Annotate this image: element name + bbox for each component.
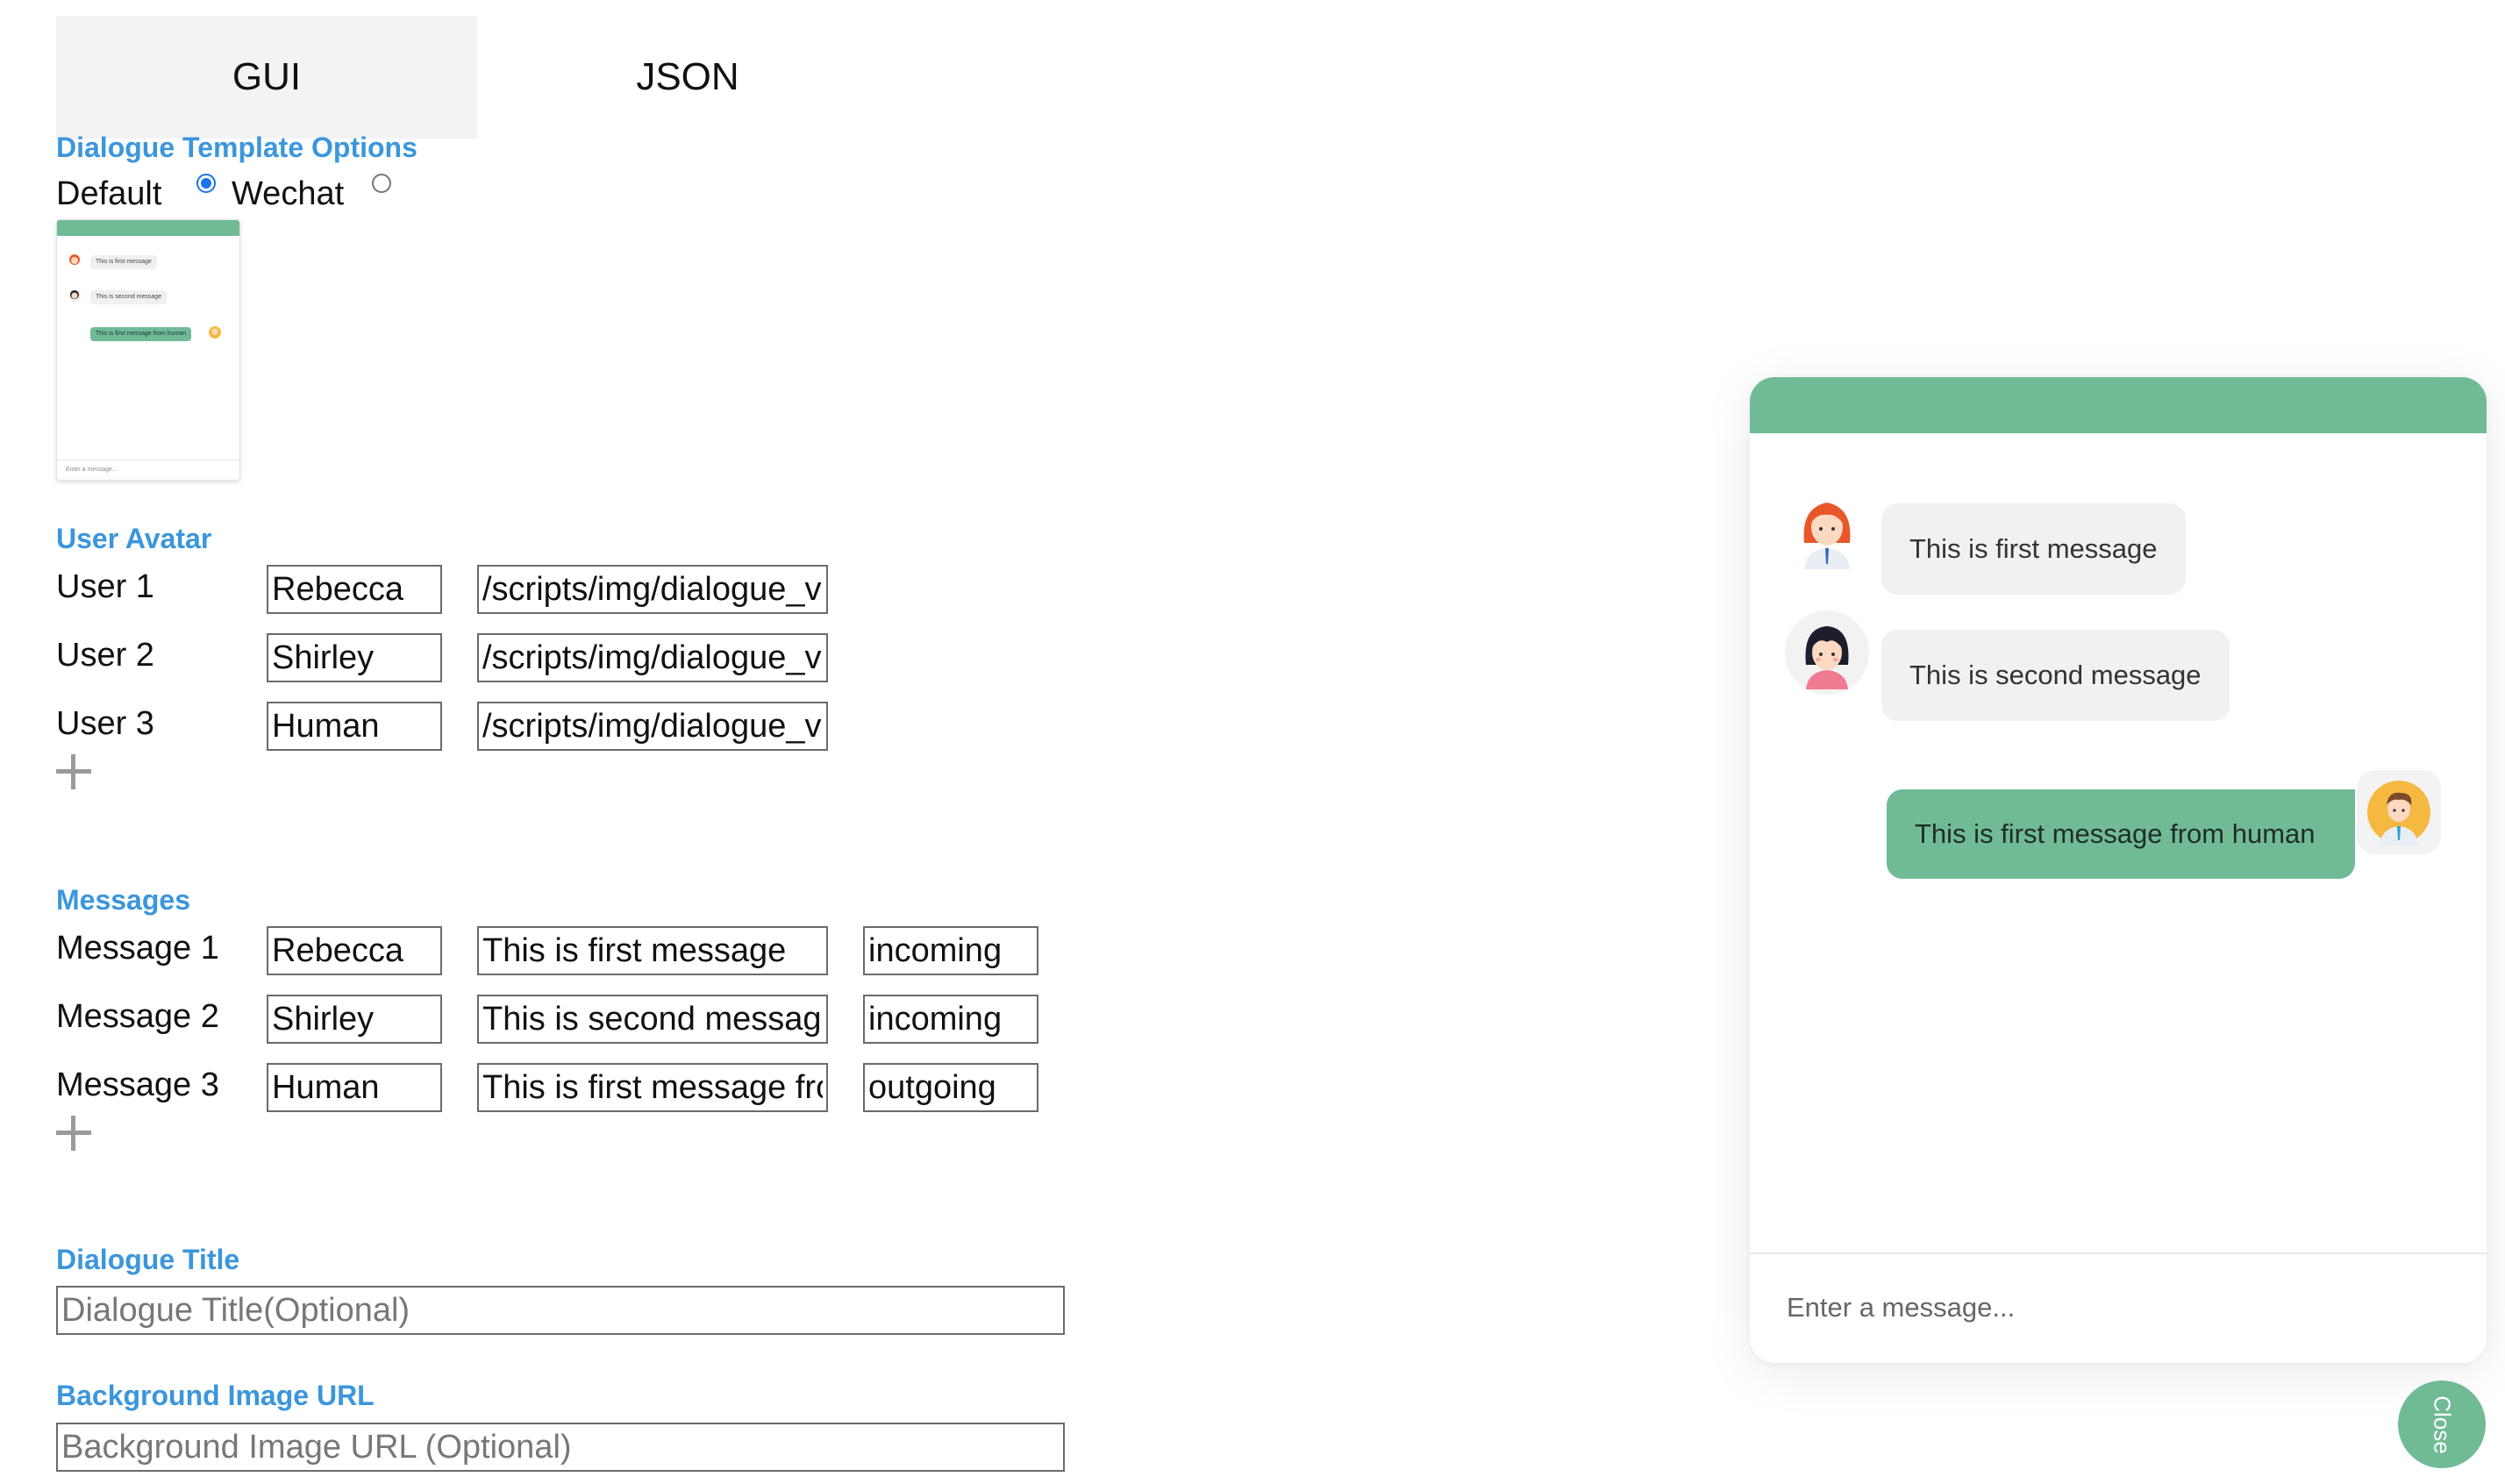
message-3-direction-input[interactable] [863,1063,1038,1112]
user-3-label: User 3 [56,705,154,742]
chat-header [1750,377,2487,433]
template-options-title: Dialogue Template Options [56,132,418,163]
user-1-label: User 1 [56,568,154,605]
chat-avatar [1785,488,1869,572]
messages-title: Messages [56,884,190,916]
chat-message-input[interactable] [1785,1279,2455,1337]
user-1-avatar-url-input[interactable] [477,565,828,614]
close-button-label: Close [2429,1395,2456,1454]
chat-message-bubble: This is first message [1881,503,2186,595]
message-2-sender-input[interactable] [267,995,442,1044]
message-3-sender-input[interactable] [267,1063,442,1112]
tab-json[interactable]: JSON [477,16,898,139]
message-2-label: Message 2 [56,998,219,1035]
message-2-direction-input[interactable] [863,995,1038,1044]
thumbnail-message: This is first message from human [90,327,192,341]
dialogue-title-input[interactable] [56,1286,1065,1335]
woman-red-hair-avatar-icon [1803,503,1851,569]
background-image-section: Background Image URL [56,1380,375,1411]
option-default-label: Default [56,175,162,212]
user-avatar-title: User Avatar [56,523,212,554]
template-preview-thumbnail[interactable]: This is first message This is second mes… [56,219,240,481]
user-2-label: User 2 [56,637,154,674]
woman-red-hair-icon [69,254,80,265]
add-user-plus-icon[interactable] [56,754,91,789]
chat-footer [1750,1252,2487,1363]
dialogue-title-section: Dialogue Title [56,1244,240,1275]
chat-avatar [2357,770,2441,854]
chat-preview-panel: This is first message This is second mes… [1750,377,2487,1363]
man-icon [209,326,221,339]
close-button[interactable]: Close [2398,1381,2486,1468]
user-3-name-input[interactable] [267,702,442,751]
option-wechat-radio[interactable] [372,174,391,193]
woman-black-hair-avatar-icon [1805,626,1849,689]
user-3-avatar-url-input[interactable] [477,702,828,751]
chat-message-bubble-outgoing: This is first message from human [1887,789,2355,879]
chat-message-bubble: This is second message [1881,630,2230,721]
user-2-avatar-url-input[interactable] [477,633,828,682]
thumbnail-input: Enter a message... [57,460,239,480]
message-2-text-input[interactable] [477,995,828,1044]
thumbnail-message: This is second message [90,290,168,304]
add-message-plus-icon[interactable] [56,1116,91,1151]
chat-avatar [1785,610,1869,695]
man-avatar-icon [2367,781,2430,845]
message-1-text-input[interactable] [477,926,828,975]
message-1-direction-input[interactable] [863,926,1038,975]
option-wechat-label: Wechat [232,175,345,212]
background-image-url-input[interactable] [56,1423,1065,1472]
message-3-label: Message 3 [56,1067,219,1103]
option-default-radio[interactable] [196,174,216,193]
woman-black-hair-icon [68,289,81,302]
tab-gui[interactable]: GUI [56,16,477,139]
message-1-sender-input[interactable] [267,926,442,975]
dialogue-editor-page: GUI JSON Dialogue Template Options Defau… [0,0,2505,1484]
thumbnail-header [57,220,239,236]
user-1-name-input[interactable] [267,565,442,614]
user-2-name-input[interactable] [267,633,442,682]
thumbnail-message: This is first message [90,255,157,269]
message-1-label: Message 1 [56,930,219,967]
message-3-text-input[interactable] [477,1063,828,1112]
